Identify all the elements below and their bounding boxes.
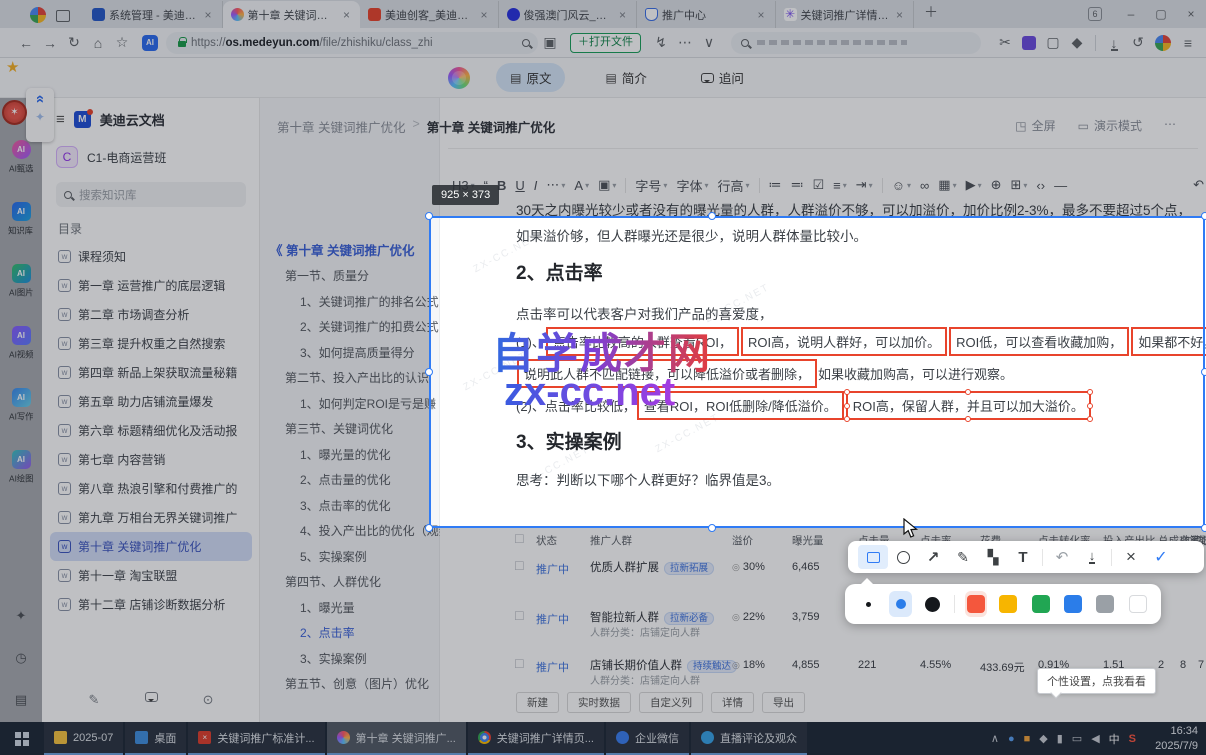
selection-handle[interactable] xyxy=(1201,212,1206,220)
color-swatch[interactable] xyxy=(964,591,988,617)
selection-handle[interactable] xyxy=(425,368,433,376)
ellipse-tool[interactable] xyxy=(888,545,918,569)
selection-size-label: 925 × 373 xyxy=(432,185,500,205)
settings-tooltip: 个性设置，点我看看 xyxy=(1037,668,1156,694)
size-dot xyxy=(925,596,941,612)
swatch-color xyxy=(999,595,1018,613)
selection-handle[interactable] xyxy=(425,212,433,220)
selection-handle[interactable] xyxy=(708,212,716,220)
selection-handle[interactable] xyxy=(1201,524,1206,532)
selection-handle[interactable] xyxy=(1201,368,1206,376)
pen-tool[interactable]: ✎ xyxy=(948,545,978,569)
palette-divider xyxy=(954,595,955,613)
toolbar-divider xyxy=(1042,548,1043,566)
swatch-color xyxy=(1031,595,1050,613)
size-large[interactable] xyxy=(922,591,944,617)
mosaic-tool[interactable]: ▚ xyxy=(978,545,1008,569)
toolbar-divider xyxy=(1111,548,1112,566)
selection-handle[interactable] xyxy=(425,524,433,532)
undo-icon: ↶ xyxy=(1055,549,1069,566)
undo-tool[interactable]: ↶ xyxy=(1047,545,1077,569)
capture-selection-box[interactable] xyxy=(429,216,1205,528)
color-swatch[interactable] xyxy=(1030,591,1052,617)
capture-palette xyxy=(845,578,1161,624)
save-tool[interactable]: ↓ xyxy=(1077,545,1107,569)
arrow-tool[interactable]: ↗ xyxy=(918,545,948,569)
dim-overlay xyxy=(0,216,429,528)
ellipse-icon xyxy=(896,550,910,564)
color-swatch[interactable] xyxy=(1094,591,1116,617)
dim-overlay xyxy=(0,0,1206,216)
mouse-cursor xyxy=(903,518,919,538)
cancel-tool[interactable]: × xyxy=(1116,545,1146,569)
confirm-tool[interactable]: ✓ xyxy=(1146,545,1176,569)
save-icon: ↓ xyxy=(1088,548,1096,564)
arrow-icon: ↗ xyxy=(926,549,940,566)
mosaic-icon: ▚ xyxy=(987,548,999,565)
selection-handle[interactable] xyxy=(708,524,716,532)
swatch-color xyxy=(1096,595,1115,613)
cancel-icon: × xyxy=(1126,547,1136,566)
rectangle-tool[interactable] xyxy=(858,545,888,569)
size-small[interactable] xyxy=(857,591,879,617)
color-swatch[interactable] xyxy=(1127,591,1149,617)
size-medium[interactable] xyxy=(889,591,912,617)
swatch-color xyxy=(967,595,986,613)
confirm-icon: ✓ xyxy=(1154,549,1168,566)
text-icon: T xyxy=(1018,548,1028,566)
capture-toolbar: ↗ ✎ ▚ T ↶ ↓ × ✓ xyxy=(848,541,1204,573)
swatch-color xyxy=(1064,595,1083,613)
text-tool[interactable]: T xyxy=(1008,545,1038,569)
rectangle-icon xyxy=(866,551,880,563)
pen-icon: ✎ xyxy=(957,548,969,565)
color-swatch[interactable] xyxy=(1062,591,1084,617)
size-dot xyxy=(895,599,906,609)
size-dot xyxy=(865,601,871,607)
color-swatch[interactable] xyxy=(997,591,1019,617)
swatch-color xyxy=(1128,595,1147,613)
